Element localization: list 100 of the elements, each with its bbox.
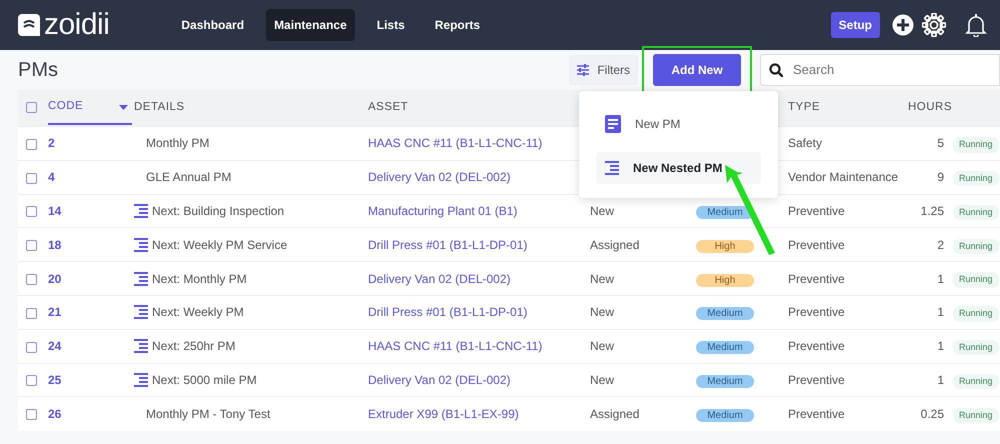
priority-tag: Medium — [696, 206, 754, 219]
nav-tab[interactable]: Lists — [368, 9, 413, 41]
code-link[interactable]: 24 — [48, 339, 62, 354]
row-checkbox[interactable] — [26, 138, 37, 150]
search-box[interactable]: Search — [760, 54, 1000, 86]
brand-name: zoidii — [44, 10, 110, 40]
hours-text: 1 — [937, 305, 944, 320]
settings-icon[interactable] — [922, 13, 946, 37]
row-checkbox[interactable] — [26, 172, 37, 184]
hours-text: 5 — [937, 136, 944, 150]
nested-list-icon — [134, 202, 148, 219]
nav-tab[interactable]: Reports — [426, 9, 488, 41]
add-new-button[interactable]: Add New — [653, 54, 741, 86]
filters-button[interactable]: Filters — [569, 55, 638, 85]
status-text: New — [590, 204, 614, 218]
type-text: Preventive — [788, 272, 845, 286]
state-tag: Running — [953, 170, 999, 186]
hours-text: 1 — [937, 339, 944, 354]
status-text: Assigned — [590, 238, 640, 252]
hours-text: 1.25 — [920, 204, 944, 218]
type-text: Preventive — [788, 305, 845, 320]
column-header[interactable]: TYPE — [788, 101, 820, 114]
state-tag: Running — [953, 238, 999, 254]
row-checkbox[interactable] — [26, 342, 37, 352]
status-text: New — [590, 272, 614, 286]
priority-tag: Medium — [696, 409, 754, 422]
row-checkbox[interactable] — [26, 308, 37, 319]
details-text: Monthly PM — [146, 135, 210, 152]
search-icon — [769, 63, 783, 77]
state-tag: Running — [953, 272, 999, 288]
details-text: Next: 250hr PM — [152, 338, 236, 356]
search-field[interactable]: Search — [791, 59, 981, 81]
details-text: Next: Weekly PM — [152, 304, 244, 322]
status-text: New — [590, 339, 614, 354]
details-text: Next: 5000 mile PM — [152, 372, 257, 389]
row-checkbox[interactable] — [26, 274, 37, 285]
nested-list-icon — [134, 270, 148, 287]
state-tag: Running — [953, 340, 999, 356]
row-checkbox[interactable] — [26, 409, 37, 420]
details-text: Next: Monthly PM — [152, 270, 247, 288]
priority-tag: Medium — [696, 307, 754, 320]
select-all-checkbox[interactable] — [26, 102, 37, 113]
state-tag: Running — [953, 374, 999, 390]
row-checkbox[interactable] — [26, 375, 37, 386]
logo-icon — [18, 14, 40, 36]
sliders-icon — [577, 64, 590, 76]
code-link[interactable]: 18 — [48, 238, 62, 252]
details-text: GLE Annual PM — [146, 169, 232, 186]
type-text: Preventive — [788, 204, 845, 218]
state-tag: Running — [953, 204, 999, 220]
sort-caret-icon[interactable] — [119, 104, 128, 110]
page-title: PMs — [18, 58, 58, 82]
code-link[interactable]: 25 — [48, 372, 62, 387]
nav-tab[interactable]: Maintenance — [266, 9, 355, 41]
setup-button[interactable]: Setup — [830, 12, 880, 38]
nested-list-icon — [605, 160, 619, 176]
row-checkbox[interactable] — [26, 240, 37, 252]
menu-item[interactable]: New PM — [596, 108, 761, 140]
details-text: Monthly PM - Tony Test — [146, 406, 270, 424]
code-link[interactable]: 20 — [48, 272, 62, 286]
notification-bell-icon[interactable] — [964, 13, 988, 37]
code-link[interactable]: 21 — [48, 305, 62, 320]
nested-list-icon — [134, 372, 148, 388]
menu-item[interactable]: New Nested PM — [596, 152, 761, 184]
status-text: New — [590, 372, 614, 387]
code-link[interactable]: 26 — [48, 407, 62, 422]
priority-tag: High — [696, 274, 754, 287]
type-text: Safety — [788, 136, 822, 150]
nav-tab[interactable]: Dashboard — [173, 9, 252, 41]
nested-list-icon — [134, 338, 148, 354]
priority-tag: Medium — [696, 341, 754, 354]
details-text: Next: Building Inspection — [152, 202, 284, 220]
hours-text: 1 — [937, 272, 944, 286]
column-header[interactable]: ASSET — [368, 101, 408, 114]
details-text: Next: Weekly PM Service — [152, 236, 288, 254]
state-tag: Running — [953, 137, 999, 153]
code-link[interactable]: 14 — [48, 204, 62, 218]
code-link[interactable]: 4 — [48, 170, 55, 184]
type-text: Preventive — [788, 339, 845, 354]
hours-text: 0.25 — [920, 407, 944, 422]
priority-tag: High — [696, 240, 754, 253]
hours-text: 9 — [937, 170, 944, 184]
column-header[interactable]: HOURS — [908, 101, 952, 114]
nested-list-icon — [134, 236, 148, 253]
state-tag: Running — [953, 306, 999, 322]
nested-list-icon — [134, 304, 148, 320]
hours-text: 2 — [937, 238, 944, 252]
type-text: Preventive — [788, 238, 845, 252]
status-text: Assigned — [590, 407, 640, 422]
hours-text: 1 — [937, 372, 944, 387]
row-checkbox[interactable] — [26, 206, 37, 218]
type-text: Preventive — [788, 372, 845, 387]
column-header[interactable]: DETAILS — [134, 101, 185, 114]
add-icon[interactable] — [892, 14, 914, 36]
code-link[interactable]: 2 — [48, 136, 55, 150]
document-icon — [605, 115, 621, 133]
status-text: New — [590, 305, 614, 320]
state-tag: Running — [953, 408, 999, 424]
priority-tag: Medium — [696, 374, 754, 388]
type-text: Vendor Maintenance — [788, 170, 898, 184]
